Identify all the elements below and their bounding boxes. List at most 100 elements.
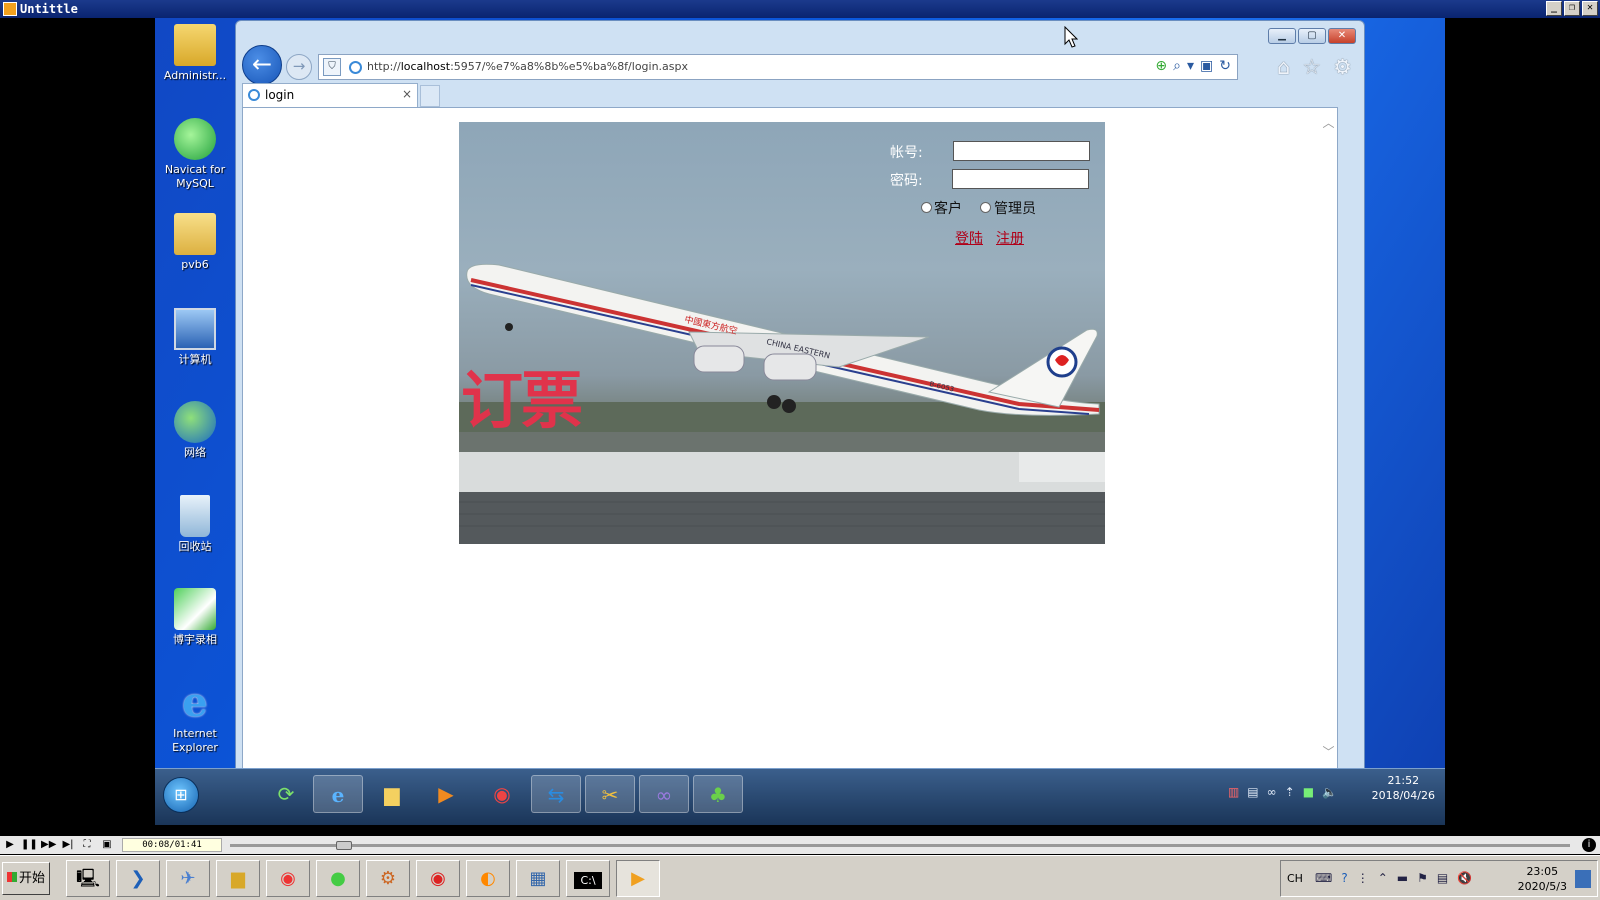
menu-icon[interactable]: ⋮ <box>1357 871 1369 885</box>
taskbar-app-vs[interactable]: ∞ <box>639 775 689 813</box>
desktop-icon-pvb6[interactable]: pvb6 <box>155 213 235 272</box>
keyboard-icon[interactable]: ⌨ <box>1315 871 1332 885</box>
host-app-paint[interactable]: ◐ <box>466 860 510 897</box>
recorded-clock[interactable]: 21:52 2018/04/26 <box>1372 773 1435 803</box>
forward-arrow-icon: → <box>292 57 306 75</box>
host-app-explorer[interactable]: ▆ <box>216 860 260 897</box>
back-arrow-icon: ← <box>251 50 273 78</box>
player-close-button[interactable]: ✕ <box>1582 1 1598 16</box>
host-app-computer[interactable]: 🖳 <box>66 860 110 897</box>
host-app-chrome[interactable]: ◉ <box>266 860 310 897</box>
compat-view-icon[interactable]: ▣ <box>1200 58 1213 74</box>
tray-green-icon[interactable]: ■ <box>1303 785 1314 799</box>
start-button[interactable]: 开始 <box>2 862 50 895</box>
settings-gear-icon[interactable]: ⚙ <box>1333 55 1352 79</box>
playback-progress[interactable] <box>230 841 1570 850</box>
login-link[interactable]: 登陆 <box>955 228 983 248</box>
original-size-icon[interactable]: ▣ <box>100 838 114 852</box>
player-minimize-button[interactable]: _ <box>1546 1 1562 16</box>
fast-forward-icon[interactable]: ▶▶ <box>41 838 56 852</box>
register-link[interactable]: 注册 <box>996 228 1024 248</box>
refresh-icon[interactable]: ↻ <box>1219 58 1231 74</box>
desktop-icon-boyu[interactable]: 博宇录相 <box>155 588 235 647</box>
browser-window: ▁ ▢ ✕ ← → ⛉ http://localhost:5957/%e7%a8… <box>235 20 1365 788</box>
taskbar-app-chrome[interactable]: ◉ <box>477 775 527 813</box>
tray-vs-icon[interactable]: ∞ <box>1267 785 1277 799</box>
host-app-cmd[interactable]: C:\ <box>566 860 610 897</box>
fullscreen-icon[interactable]: ⛶ <box>80 838 94 852</box>
host-app-recorder[interactable]: ◉ <box>416 860 460 897</box>
player-maximize-button[interactable]: ❐ <box>1564 1 1580 16</box>
desktop-icon-navicat[interactable]: Navicat for MySQL <box>155 118 235 191</box>
tab-close-icon[interactable]: × <box>402 87 412 101</box>
scroll-down-icon[interactable]: ﹀ <box>1320 743 1337 760</box>
role-customer-radio[interactable] <box>921 202 932 213</box>
taskbar-app-explorer[interactable]: ▆ <box>367 775 417 813</box>
playback-seek-handle[interactable] <box>336 841 352 850</box>
browser-maximize-button[interactable]: ▢ <box>1298 28 1326 44</box>
flag-icon[interactable]: ⚑ <box>1417 871 1428 885</box>
browser-minimize-button[interactable]: ▁ <box>1268 28 1296 44</box>
account-input[interactable] <box>953 141 1090 161</box>
taskbar-app-sync[interactable]: ⟳ <box>261 775 311 813</box>
search-icon[interactable]: ⌕ <box>1173 58 1181 74</box>
host-clock[interactable]: 23:05 2020/5/3 <box>1518 864 1567 894</box>
info-icon[interactable]: i <box>1582 838 1596 852</box>
volume-muted-icon[interactable]: 🔇 <box>1457 871 1472 885</box>
role-admin-label[interactable]: 管理员 <box>994 198 1036 218</box>
compat-shield-icon[interactable]: ⛉ <box>323 58 341 76</box>
add-icon[interactable]: ⊕ <box>1155 58 1167 74</box>
tray-update-icon[interactable]: ⇡ <box>1285 785 1295 799</box>
tray-app-icon[interactable]: ▥ <box>1228 785 1239 799</box>
browser-close-button[interactable]: ✕ <box>1328 28 1356 44</box>
browser-toolbar: ⌂ ☆ ⚙ <box>1277 55 1352 79</box>
host-app-player[interactable]: ▶ <box>616 860 660 897</box>
home-icon[interactable]: ⌂ <box>1277 55 1290 79</box>
windows-start-orb[interactable]: ⊞ <box>163 777 199 813</box>
forward-button[interactable]: → <box>286 54 312 80</box>
role-customer-label[interactable]: 客户 <box>934 198 962 218</box>
taskbar-app-clover[interactable]: ♣ <box>693 775 743 813</box>
taskbar-app-tools[interactable]: ✂ <box>585 775 635 813</box>
host-app-bird[interactable]: ✈ <box>166 860 210 897</box>
ie-icon: e <box>331 783 345 807</box>
host-app-shell[interactable]: ❯ <box>116 860 160 897</box>
vertical-scrollbar[interactable]: ︿ ﹀ <box>1320 108 1337 768</box>
tray-network-icon[interactable]: ▤ <box>1247 785 1258 799</box>
desktop-icon-computer[interactable]: 计算机 <box>155 308 235 367</box>
expand-tray-icon[interactable]: ⌃ <box>1378 871 1388 885</box>
taskbar-app-teamviewer[interactable]: ⇆ <box>531 775 581 813</box>
desktop-icon-ie[interactable]: e Internet Explorer <box>155 682 235 755</box>
player-control-bar: ▶ ❚❚ ▶▶ ▶| ⛶ ▣ 00:08/01:41 i <box>0 836 1600 854</box>
new-tab-button[interactable] <box>420 85 440 107</box>
pause-icon[interactable]: ❚❚ <box>21 838 38 852</box>
taskbar-app-ie[interactable]: e <box>313 775 363 813</box>
desktop-icon-admin[interactable]: Administr... <box>155 24 235 83</box>
desktop-icon-label: 博宇录相 <box>173 633 217 646</box>
back-button[interactable]: ← <box>242 45 282 85</box>
tab-login[interactable]: login × <box>242 83 418 107</box>
show-desktop-button[interactable] <box>1575 870 1591 888</box>
desktop-icon-label: 网络 <box>184 446 206 459</box>
scroll-up-icon[interactable]: ︿ <box>1320 114 1337 131</box>
player-title: Untittle <box>20 2 78 16</box>
play-icon[interactable]: ▶ <box>3 838 17 852</box>
address-bar[interactable]: ⛉ http://localhost:5957/%e7%a8%8b%e5%ba%… <box>318 54 1238 80</box>
display-icon[interactable]: ▬ <box>1397 871 1408 885</box>
desktop-icon-network[interactable]: 网络 <box>155 401 235 460</box>
favorites-star-icon[interactable]: ☆ <box>1302 55 1321 79</box>
host-app-remote[interactable]: ▦ <box>516 860 560 897</box>
address-url[interactable]: http://localhost:5957/%e7%a8%8b%e5%ba%8f… <box>367 60 688 73</box>
dropdown-icon[interactable]: ▾ <box>1187 58 1194 74</box>
desktop-icon-recycle[interactable]: 回收站 <box>155 495 235 554</box>
network-icon[interactable]: ▤ <box>1437 871 1448 885</box>
role-admin-radio[interactable] <box>980 202 991 213</box>
taskbar-app-media[interactable]: ▶ <box>421 775 471 813</box>
password-input[interactable] <box>952 169 1089 189</box>
step-forward-icon[interactable]: ▶| <box>61 838 75 852</box>
tray-sound-icon[interactable]: 🔈 <box>1322 785 1337 799</box>
host-app-javaee[interactable]: ⚙ <box>366 860 410 897</box>
help-icon[interactable]: ? <box>1341 871 1347 885</box>
host-app-360[interactable]: ● <box>316 860 360 897</box>
language-indicator[interactable]: CH <box>1287 872 1303 885</box>
